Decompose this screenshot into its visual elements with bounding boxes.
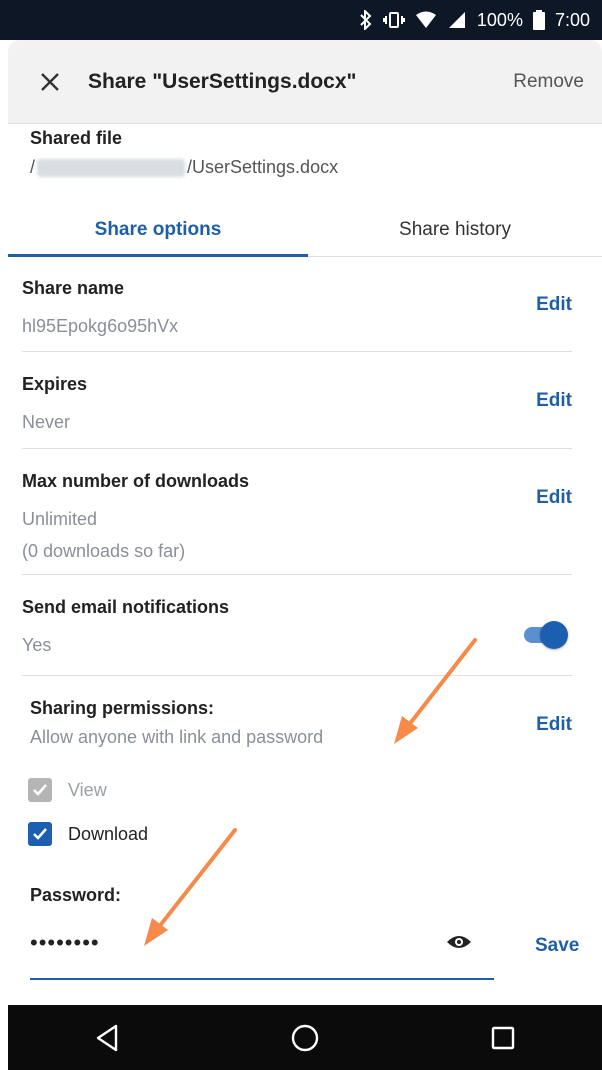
password-value: •••••••• xyxy=(30,930,100,955)
save-password-button[interactable]: Save xyxy=(535,935,579,957)
home-icon xyxy=(291,1024,319,1051)
expires-row: Expires Never Edit xyxy=(22,352,572,449)
close-button[interactable] xyxy=(26,58,74,106)
view-label: View xyxy=(68,779,107,800)
download-label: Download xyxy=(68,823,149,844)
email-notifications-value: Yes xyxy=(22,635,52,655)
clock: 7:00 xyxy=(554,9,590,30)
recents-button[interactable] xyxy=(483,1018,523,1058)
vibrate-icon xyxy=(382,10,405,30)
check-icon xyxy=(33,784,47,796)
expires-label: Expires xyxy=(22,374,88,394)
tab-bar: Share options Share history xyxy=(8,204,602,257)
close-icon xyxy=(41,72,59,91)
redacted-path xyxy=(37,158,186,177)
eye-icon xyxy=(447,936,471,948)
email-notifications-label: Send email notifications xyxy=(22,597,230,617)
show-password-button[interactable] xyxy=(446,932,472,952)
share-options-content: Shared file / /UserSettings.docx Share o… xyxy=(8,124,602,257)
email-notifications-row: Send email notifications Yes xyxy=(22,575,572,676)
max-downloads-label: Max number of downloads xyxy=(22,471,250,491)
max-downloads-row: Max number of downloads Unlimited (0 dow… xyxy=(22,449,572,575)
password-label: Password: xyxy=(30,885,122,905)
back-button[interactable] xyxy=(87,1018,127,1058)
max-downloads-value: Unlimited xyxy=(22,509,98,529)
back-icon xyxy=(96,1024,118,1051)
expires-value: Never xyxy=(22,412,71,432)
edit-expires-button[interactable]: Edit xyxy=(536,390,572,412)
bluetooth-icon xyxy=(359,10,373,30)
edit-share-name-button[interactable]: Edit xyxy=(536,294,572,316)
email-notifications-toggle[interactable] xyxy=(522,621,568,649)
check-icon xyxy=(33,828,47,840)
battery-icon xyxy=(532,10,545,30)
share-name-label: Share name xyxy=(22,278,125,298)
view-checkbox[interactable] xyxy=(28,778,52,802)
status-bar: 100% 7:00 xyxy=(0,0,602,40)
recents-icon xyxy=(491,1026,515,1049)
active-tab-indicator xyxy=(8,254,308,257)
remove-button[interactable]: Remove xyxy=(513,71,584,93)
sharing-permissions-label: Sharing permissions: xyxy=(30,698,215,718)
page-title: Share "UserSettings.docx" xyxy=(88,69,357,93)
edit-permissions-button[interactable]: Edit xyxy=(536,714,572,736)
share-name-row: Share name hl95Epokg6o95hVx Edit xyxy=(22,276,572,352)
downloads-count: (0 downloads so far) xyxy=(22,541,186,561)
tab-share-history[interactable]: Share history xyxy=(308,204,602,256)
sharing-permissions-section: Sharing permissions: Allow anyone with l… xyxy=(30,698,580,758)
password-field[interactable]: •••••••• xyxy=(30,920,494,980)
toggle-knob xyxy=(540,621,568,649)
view-permission-option: View xyxy=(28,778,107,802)
path-prefix: / xyxy=(30,157,36,177)
battery-percent: 100% xyxy=(476,9,523,30)
shared-file-section: Shared file / /UserSettings.docx xyxy=(8,124,602,194)
share-name-value: hl95Epokg6o95hVx xyxy=(22,316,179,336)
download-permission-option: Download xyxy=(28,822,148,846)
sheet-header: Share "UserSettings.docx" Remove xyxy=(8,40,602,124)
system-nav-bar xyxy=(8,1005,602,1070)
tab-share-options[interactable]: Share options xyxy=(8,204,308,256)
edit-max-downloads-button[interactable]: Edit xyxy=(536,487,572,509)
download-checkbox[interactable] xyxy=(28,822,52,846)
cell-signal-icon xyxy=(447,11,467,29)
path-suffix: /UserSettings.docx xyxy=(187,157,339,177)
home-button[interactable] xyxy=(285,1018,325,1058)
shared-file-label: Shared file xyxy=(30,128,123,148)
sharing-permissions-value: Allow anyone with link and password xyxy=(30,727,324,747)
shared-file-path: / /UserSettings.docx xyxy=(30,157,580,178)
wifi-icon xyxy=(415,11,437,29)
